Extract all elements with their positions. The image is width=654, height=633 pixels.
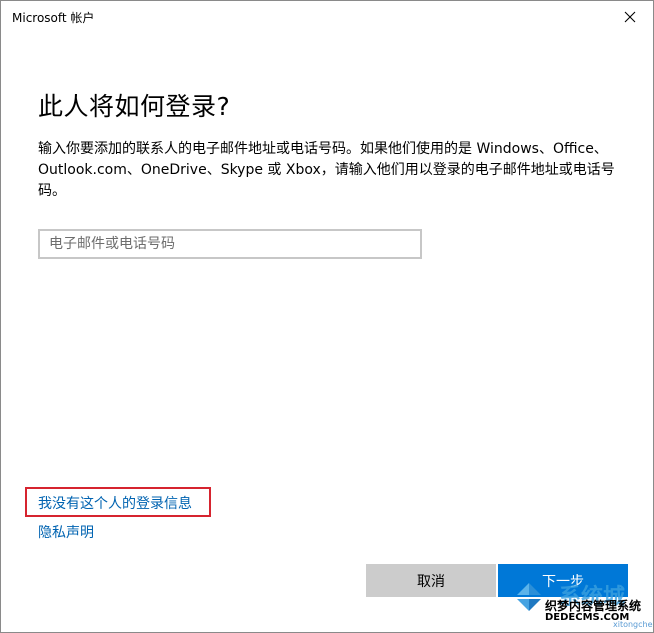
no-signin-info-link[interactable]: 我没有这个人的登录信息 <box>38 493 192 513</box>
cancel-button[interactable]: 取消 <box>366 564 496 597</box>
window-title: Microsoft 帐户 <box>12 11 95 25</box>
privacy-statement-link[interactable]: 隐私声明 <box>38 522 94 542</box>
watermark-domain-secondary: xitongcheng.com <box>613 620 653 629</box>
close-button[interactable] <box>607 1 653 33</box>
email-or-phone-input[interactable] <box>38 229 422 259</box>
page-title: 此人将如何登录? <box>38 92 231 121</box>
watermark-domain: DEDECMS.COM <box>545 612 630 623</box>
instruction-text: 输入你要添加的联系人的电子邮件地址或电话号码。如果他们使用的是 Windows、… <box>38 141 615 199</box>
watermark-subtitle: 织梦内容管理系统 <box>545 599 642 613</box>
title-bar: Microsoft 帐户 <box>1 1 653 33</box>
close-icon <box>624 11 636 23</box>
microsoft-account-dialog: Microsoft 帐户 此人将如何登录? 输入你要添加的联系人的电子邮件地址或… <box>0 0 654 633</box>
next-button[interactable]: 下一步 <box>498 564 628 597</box>
